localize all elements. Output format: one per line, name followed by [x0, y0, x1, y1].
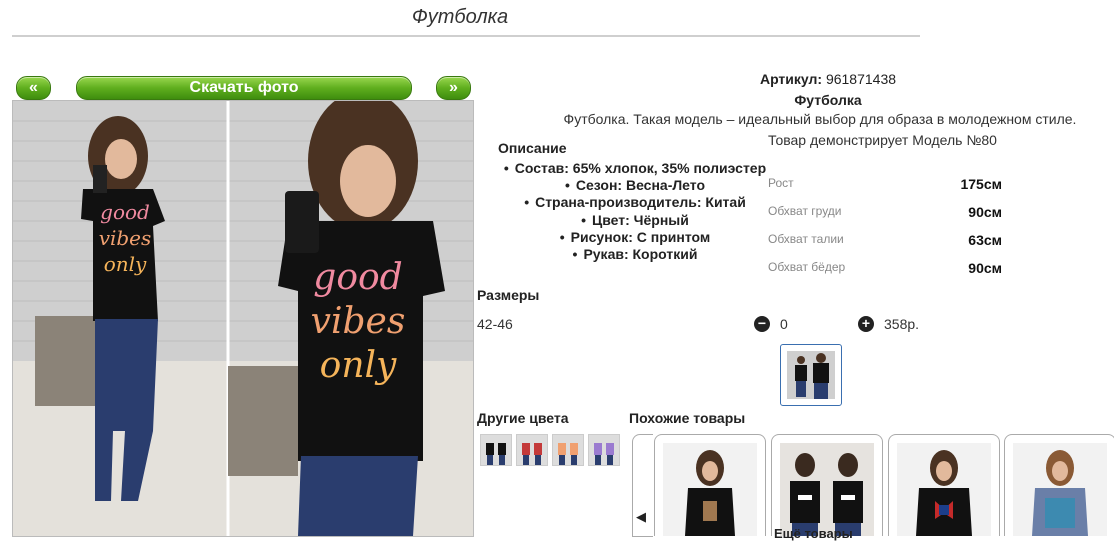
- color-swatch[interactable]: [588, 434, 620, 466]
- svg-text:vibes: vibes: [311, 301, 406, 342]
- model-info: Товар демонстрирует Модель №80: [768, 132, 997, 148]
- similar-product-card[interactable]: [1004, 434, 1114, 536]
- measurement-value: 63см: [968, 232, 1002, 248]
- more-products-link[interactable]: Ещё товары: [774, 526, 853, 541]
- color-swatch[interactable]: [480, 434, 512, 466]
- attribute-print: Рисунок: С принтом: [470, 229, 800, 246]
- increase-quantity-button[interactable]: +: [858, 316, 874, 332]
- title-divider: [12, 35, 920, 37]
- other-colors-heading: Другие цвета: [477, 410, 569, 426]
- download-photo-button[interactable]: Скачать фото: [76, 76, 412, 100]
- similar-product-image: [897, 443, 991, 536]
- carousel-prev-button[interactable]: ◀: [632, 434, 653, 537]
- product-photo-image: good vibes only good vibes only: [13, 101, 473, 536]
- svg-text:good: good: [100, 200, 150, 224]
- attribute-season: Сезон: Весна-Лето: [470, 177, 800, 194]
- article-line: Артикул: 961871438: [640, 71, 1016, 87]
- sizes-heading: Размеры: [477, 287, 540, 303]
- page-title: Футболка: [411, 6, 509, 28]
- description-heading: Описание: [498, 140, 567, 156]
- similar-products-heading: Похожие товары: [629, 410, 746, 426]
- similar-product-card[interactable]: [654, 434, 766, 536]
- measurement-row: Обхват груди 90см: [768, 198, 1008, 226]
- arrow-left-icon: ◀: [636, 509, 646, 524]
- product-description: Футболка. Такая модель – идеальный выбор…: [563, 111, 1077, 127]
- similar-product-image: [1013, 443, 1107, 536]
- similar-product-image: [780, 443, 874, 536]
- price: 358р.: [884, 316, 920, 332]
- measurement-label: Обхват груди: [768, 204, 842, 218]
- quantity-value: 0: [780, 316, 788, 332]
- svg-text:good: good: [313, 257, 402, 298]
- measurement-row: Обхват бёдер 90см: [768, 254, 1008, 282]
- measurement-value: 90см: [968, 260, 1002, 276]
- product-photo[interactable]: good vibes only good vibes only: [12, 100, 474, 537]
- measurement-row: Обхват талии 63см: [768, 226, 1008, 254]
- thumbnail-image: [787, 351, 835, 399]
- measurement-label: Обхват талии: [768, 232, 844, 246]
- attribute-composition: Состав: 65% хлопок, 35% полиэстер: [470, 160, 800, 177]
- svg-text:only: only: [104, 252, 147, 276]
- svg-text:vibes: vibes: [99, 226, 152, 250]
- measurement-value: 90см: [968, 204, 1002, 220]
- attribute-sleeve: Рукав: Короткий: [470, 246, 800, 263]
- measurement-value: 175см: [960, 176, 1002, 192]
- attribute-list: Состав: 65% хлопок, 35% полиэстер Сезон:…: [470, 160, 800, 263]
- similar-product-card[interactable]: [771, 434, 883, 536]
- measurement-row: Рост 175см: [768, 170, 1008, 198]
- similar-product-card[interactable]: [888, 434, 1000, 536]
- color-swatch[interactable]: [552, 434, 584, 466]
- article-value: 961871438: [825, 71, 897, 87]
- model-measurements: Рост 175см Обхват груди 90см Обхват тали…: [768, 170, 1008, 282]
- next-photo-button[interactable]: »: [436, 76, 471, 100]
- attribute-color: Цвет: Чёрный: [470, 212, 800, 229]
- svg-text:only: only: [320, 345, 397, 386]
- attribute-country: Страна-производитель: Китай: [470, 194, 800, 211]
- measurement-label: Обхват бёдер: [768, 260, 846, 274]
- decrease-quantity-button[interactable]: −: [754, 316, 770, 332]
- prev-photo-button[interactable]: «: [16, 76, 51, 100]
- measurement-label: Рост: [768, 176, 794, 190]
- selected-photo-thumbnail[interactable]: [780, 344, 842, 406]
- size-label: 42-46: [477, 316, 513, 332]
- color-swatch[interactable]: [516, 434, 548, 466]
- article-label: Артикул:: [759, 71, 823, 87]
- similar-product-image: [663, 443, 757, 536]
- product-name: Футболка: [794, 92, 862, 108]
